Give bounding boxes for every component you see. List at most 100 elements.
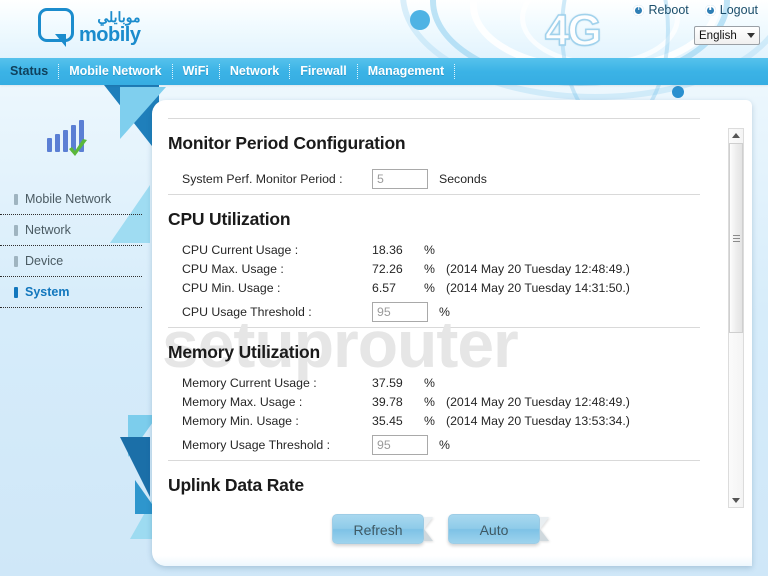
mobily-logo-latin: mobily — [79, 24, 141, 46]
monitor-period-section: Monitor Period Configuration System Perf… — [168, 133, 720, 194]
monitor-period-label: System Perf. Monitor Period : — [182, 172, 343, 186]
vertical-scrollbar[interactable] — [728, 128, 744, 508]
table-row: CPU Current Usage : 18.36 % — [182, 240, 720, 259]
mobily-logo-mark-icon — [38, 8, 74, 42]
section-divider — [168, 460, 700, 461]
memory-utilization-section: Memory Utilization Memory Current Usage … — [168, 342, 720, 460]
auto-button[interactable]: Auto — [448, 514, 540, 544]
logout-label: Logout — [719, 3, 758, 17]
cpu-threshold-label: CPU Usage Threshold : — [182, 305, 312, 319]
memory-max-unit: % — [424, 394, 435, 409]
bullet-icon — [14, 286, 18, 298]
memory-threshold-unit: % — [439, 438, 450, 452]
memory-min-unit: % — [424, 413, 435, 428]
cpu-threshold-row: CPU Usage Threshold : % — [182, 297, 720, 327]
sidebar-menu: Mobile Network Network Device System — [0, 184, 142, 308]
nav-item-status[interactable]: Status — [0, 58, 58, 85]
section-divider — [168, 194, 700, 195]
bullet-icon — [14, 224, 18, 236]
cpu-max-label: CPU Max. Usage : — [182, 261, 284, 276]
cpu-min-unit: % — [424, 280, 435, 295]
signal-bars-check-icon — [45, 120, 97, 158]
content-panel: setuprouter Monitor Period Configuration… — [152, 100, 752, 566]
memory-max-value: 39.78 — [372, 394, 403, 409]
cpu-threshold-input[interactable] — [372, 302, 428, 322]
button-flag-decoration — [424, 517, 433, 541]
scrollbar-thumb[interactable] — [729, 143, 743, 333]
nav-item-firewall[interactable]: Firewall — [290, 58, 357, 85]
section-divider — [168, 327, 700, 328]
power-reboot-icon — [633, 4, 645, 16]
memory-min-label: Memory Min. Usage : — [182, 413, 299, 428]
sidebar-item-label: Network — [25, 223, 71, 237]
main-navigation: Status Mobile Network WiFi Network Firew… — [0, 58, 768, 85]
nav-item-management[interactable]: Management — [358, 58, 454, 85]
sidebar-item-label: Device — [25, 254, 64, 268]
cpu-min-label: CPU Min. Usage : — [182, 280, 281, 295]
memory-threshold-row: Memory Usage Threshold : % — [182, 430, 720, 460]
cpu-threshold-unit: % — [439, 305, 450, 319]
scroll-down-button[interactable] — [729, 494, 743, 507]
bullet-icon — [14, 255, 18, 267]
mobily-logo[interactable]: موبايلي mobily — [38, 8, 141, 46]
memory-max-timestamp: (2014 May 20 Tuesday 12:48:49.) — [446, 394, 630, 409]
cpu-min-timestamp: (2014 May 20 Tuesday 14:31:50.) — [446, 280, 630, 295]
scroll-up-button[interactable] — [729, 129, 743, 142]
reboot-label: Reboot — [648, 3, 689, 17]
monitor-period-row: System Perf. Monitor Period : Seconds — [182, 164, 720, 194]
section-title: Uplink Data Rate — [168, 475, 304, 495]
nav-separator — [454, 64, 456, 79]
cpu-max-timestamp: (2014 May 20 Tuesday 12:48:49.) — [446, 261, 630, 276]
refresh-button[interactable]: Refresh — [332, 514, 424, 544]
mobily-logo-arabic: موبايلي — [97, 9, 141, 25]
power-logout-icon — [704, 4, 716, 16]
memory-min-timestamp: (2014 May 20 Tuesday 13:53:34.) — [446, 413, 630, 428]
table-row: Memory Min. Usage : 35.45 % (2014 May 20… — [182, 411, 720, 430]
table-row: CPU Min. Usage : 6.57 % (2014 May 20 Tue… — [182, 278, 720, 297]
section-divider — [168, 118, 700, 119]
cpu-utilization-section: CPU Utilization CPU Current Usage : 18.3… — [168, 209, 720, 327]
green-check-icon — [69, 139, 87, 156]
nav-item-network[interactable]: Network — [220, 58, 289, 85]
monitor-period-unit: Seconds — [439, 172, 487, 186]
sidebar-item-system[interactable]: System — [0, 277, 142, 308]
grip-icon — [732, 233, 740, 244]
memory-threshold-label: Memory Usage Threshold : — [182, 438, 331, 452]
memory-current-label: Memory Current Usage : — [182, 375, 317, 390]
4g-badge: 4G — [544, 5, 602, 56]
memory-min-value: 35.45 — [372, 413, 403, 428]
sidebar-item-device[interactable]: Device — [0, 246, 142, 277]
language-select-value: English — [699, 29, 737, 42]
memory-threshold-input[interactable] — [372, 435, 428, 455]
sidebar-item-label: System — [25, 285, 70, 299]
sidebar: Mobile Network Network Device System — [0, 120, 142, 308]
logout-button[interactable]: Logout — [704, 3, 758, 17]
router-admin-page: 4G موبايلي mobily Reboot Logout English … — [0, 0, 768, 576]
cpu-current-unit: % — [424, 242, 435, 257]
section-title: Memory Utilization — [168, 342, 320, 362]
table-row: Memory Max. Usage : 39.78 % (2014 May 20… — [182, 392, 720, 411]
top-action-links: Reboot Logout — [633, 3, 758, 17]
chevron-down-icon — [732, 498, 740, 503]
settings-content: Monitor Period Configuration System Perf… — [152, 100, 720, 566]
table-row: Memory Current Usage : 37.59 % — [182, 373, 720, 392]
table-row: CPU Max. Usage : 72.26 % (2014 May 20 Tu… — [182, 259, 720, 278]
monitor-period-input[interactable] — [372, 169, 428, 189]
nav-item-wifi[interactable]: WiFi — [173, 58, 219, 85]
button-flag-decoration — [540, 517, 549, 541]
language-select[interactable]: English — [694, 26, 760, 45]
sidebar-item-network[interactable]: Network — [0, 215, 142, 246]
cpu-current-value: 18.36 — [372, 242, 403, 257]
sidebar-item-mobile-network[interactable]: Mobile Network — [0, 184, 142, 215]
chevron-up-icon — [732, 133, 740, 138]
action-buttons: Refresh Auto — [152, 514, 720, 544]
reboot-button[interactable]: Reboot — [633, 3, 689, 17]
section-title: CPU Utilization — [168, 209, 291, 229]
uplink-data-rate-section: Uplink Data Rate — [168, 475, 720, 496]
panel-bottom-fade — [152, 556, 752, 566]
nav-item-mobile-network[interactable]: Mobile Network — [59, 58, 171, 85]
sidebar-item-label: Mobile Network — [25, 192, 112, 206]
cpu-current-label: CPU Current Usage : — [182, 242, 299, 257]
bullet-icon — [14, 193, 18, 205]
memory-current-value: 37.59 — [372, 375, 403, 390]
